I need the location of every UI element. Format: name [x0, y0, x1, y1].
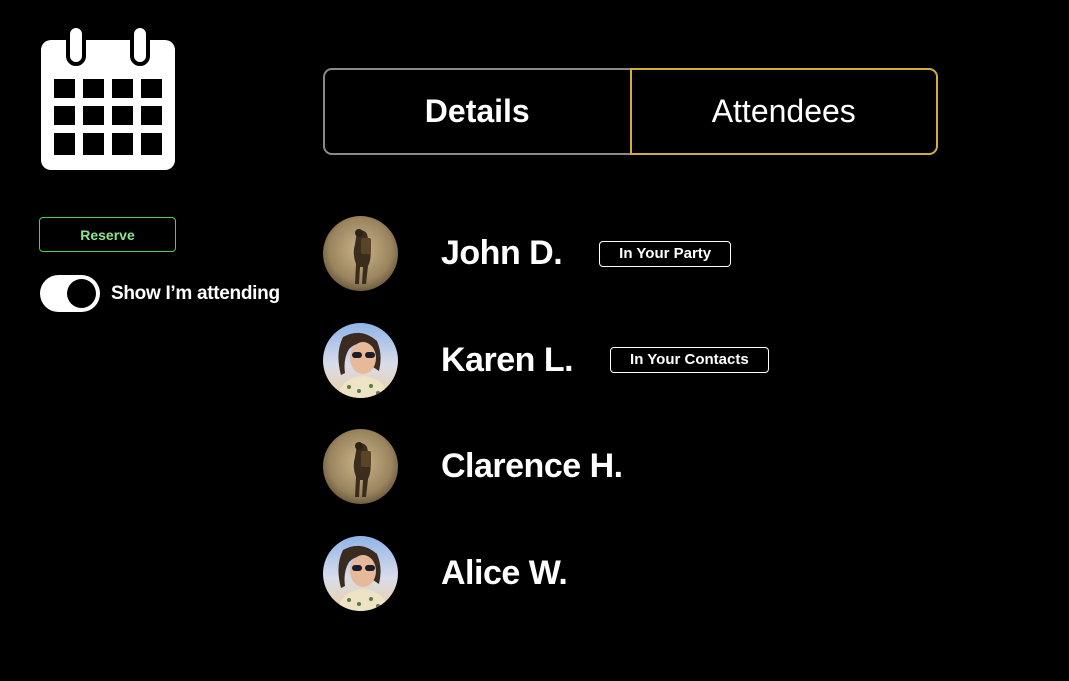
woman-sunglasses-avatar — [323, 535, 398, 611]
show-attending-label: Show I’m attending — [111, 282, 280, 304]
relation-badge: In Your Party — [599, 240, 732, 267]
attendee-list: John D. In Your Party Karen L. In Your C… — [323, 216, 1023, 642]
tab-bar: Details Attendees — [323, 68, 938, 155]
calendar-icon — [41, 24, 175, 170]
list-item[interactable]: Karen L. In Your Contacts — [323, 322, 1023, 398]
attendee-name: John D. — [441, 234, 563, 272]
show-attending-row: Show I’m attending — [40, 275, 280, 312]
toggle-knob — [67, 279, 96, 308]
attendee-name: Alice W. — [441, 553, 568, 592]
woman-sunglasses-avatar — [323, 322, 398, 398]
tab-details[interactable]: Details — [323, 68, 630, 155]
attendees-screen: Reserve Show I’m attending Details Atten… — [0, 0, 1069, 681]
show-attending-toggle[interactable] — [40, 275, 100, 312]
reserve-button[interactable]: Reserve — [39, 217, 176, 252]
hiker-avatar — [323, 216, 398, 291]
list-item[interactable]: John D. In Your Party — [323, 216, 1023, 291]
hiker-avatar — [323, 429, 398, 504]
relation-badge: In Your Contacts — [610, 347, 769, 373]
tab-attendees[interactable]: Attendees — [629, 68, 938, 155]
attendee-name: Karen L. — [441, 340, 574, 379]
list-item[interactable]: Alice W. — [323, 535, 1023, 611]
attendee-name: Clarence H. — [441, 447, 623, 485]
list-item[interactable]: Clarence H. — [323, 429, 1023, 504]
